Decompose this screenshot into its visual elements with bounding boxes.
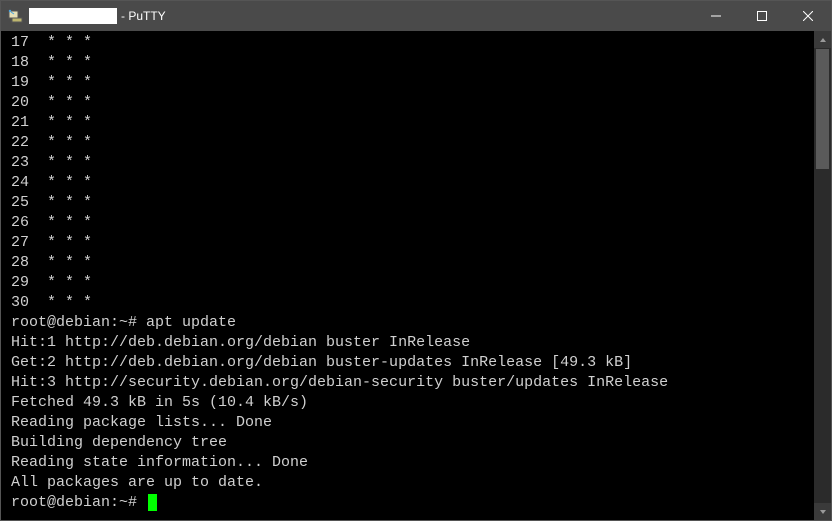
terminal-line: 19 * * * <box>11 73 814 93</box>
host-label <box>29 8 117 24</box>
terminal-line: Reading state information... Done <box>11 453 814 473</box>
terminal-line: All packages are up to date. <box>11 473 814 493</box>
terminal-line: Building dependency tree <box>11 433 814 453</box>
terminal-line: 24 * * * <box>11 173 814 193</box>
scrollbar[interactable] <box>814 31 831 520</box>
terminal-line: 26 * * * <box>11 213 814 233</box>
scroll-down-button[interactable] <box>814 503 831 520</box>
terminal-line: 20 * * * <box>11 93 814 113</box>
terminal-line: 25 * * * <box>11 193 814 213</box>
title-suffix: - PuTTY <box>121 9 166 23</box>
window-controls <box>693 1 831 31</box>
terminal-line: 28 * * * <box>11 253 814 273</box>
putty-icon <box>7 8 23 24</box>
terminal-line: 21 * * * <box>11 113 814 133</box>
terminal-line: 22 * * * <box>11 133 814 153</box>
terminal-line: Hit:3 http://security.debian.org/debian-… <box>11 373 814 393</box>
terminal-line: 27 * * * <box>11 233 814 253</box>
close-button[interactable] <box>785 1 831 31</box>
terminal-prompt: root@debian:~# <box>11 493 814 513</box>
terminal-area: 17 * * *18 * * *19 * * *20 * * *21 * * *… <box>1 31 831 520</box>
terminal-line: Hit:1 http://deb.debian.org/debian buste… <box>11 333 814 353</box>
terminal-line: 29 * * * <box>11 273 814 293</box>
terminal-line: 23 * * * <box>11 153 814 173</box>
titlebar[interactable]: - PuTTY <box>1 1 831 31</box>
terminal-line: Reading package lists... Done <box>11 413 814 433</box>
putty-window: - PuTTY 17 * * *18 * * *19 * * *20 * * *… <box>0 0 832 521</box>
terminal-line: 30 * * * <box>11 293 814 313</box>
terminal-line: root@debian:~# apt update <box>11 313 814 333</box>
terminal-line: Get:2 http://deb.debian.org/debian buste… <box>11 353 814 373</box>
scroll-thumb[interactable] <box>816 49 829 169</box>
scroll-up-button[interactable] <box>814 31 831 48</box>
terminal-line: 18 * * * <box>11 53 814 73</box>
terminal-line: Fetched 49.3 kB in 5s (10.4 kB/s) <box>11 393 814 413</box>
terminal-line: 17 * * * <box>11 33 814 53</box>
minimize-button[interactable] <box>693 1 739 31</box>
prompt-text: root@debian:~# <box>11 494 146 511</box>
maximize-button[interactable] <box>739 1 785 31</box>
cursor <box>148 494 157 511</box>
terminal[interactable]: 17 * * *18 * * *19 * * *20 * * *21 * * *… <box>1 31 814 520</box>
